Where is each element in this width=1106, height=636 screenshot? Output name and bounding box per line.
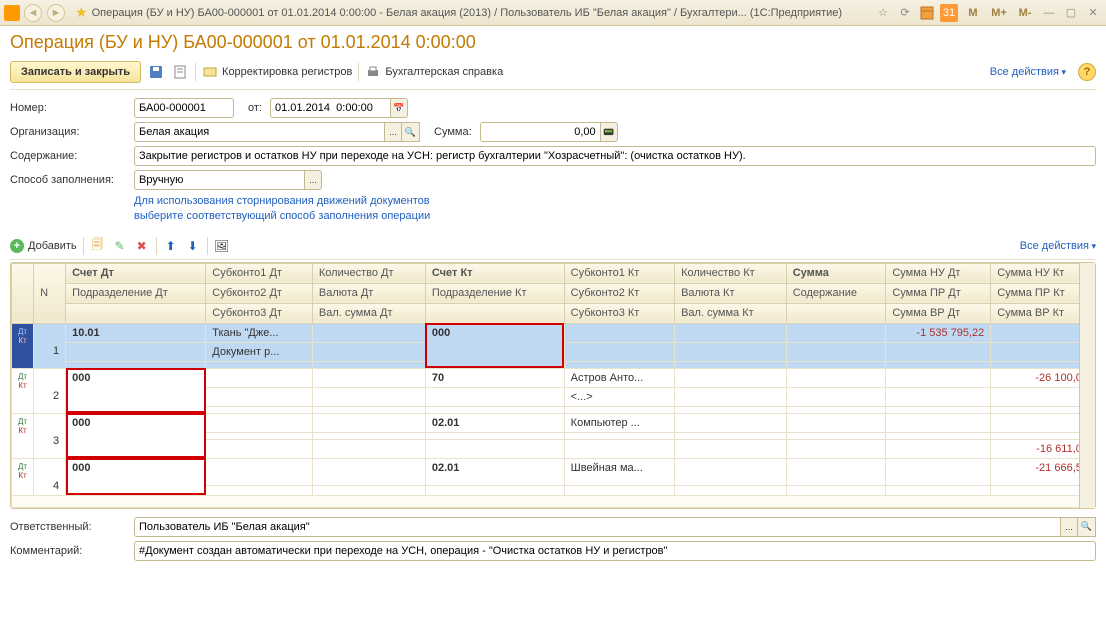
separator — [156, 237, 157, 255]
comment-label: Комментарий: — [10, 545, 130, 557]
org-select-button[interactable]: ... — [384, 122, 402, 142]
empty-row — [12, 495, 1095, 507]
org-label: Организация: — [10, 126, 130, 138]
table-row[interactable]: ДтКт 4 000 02.01 Швейная ма... -21 666,5… — [12, 458, 1095, 485]
col-sub3-kt[interactable]: Субконто3 Кт — [564, 303, 674, 323]
entries-grid[interactable]: N Счет Дт Субконто1 Дт Количество Дт Сче… — [10, 262, 1096, 509]
sum-input[interactable] — [480, 122, 600, 142]
from-label: от: — [248, 102, 262, 114]
col-sum-vr-dt[interactable]: Сумма ВР Дт — [886, 303, 991, 323]
col-val-dt[interactable]: Валюта Дт — [312, 283, 425, 303]
responsible-input[interactable] — [134, 517, 1060, 537]
date-input[interactable] — [270, 98, 390, 118]
col-content[interactable]: Содержание — [786, 283, 886, 303]
tool-icon-1[interactable]: ☆ — [874, 4, 892, 22]
col-sum-pr-dt[interactable]: Сумма ПР Дт — [886, 283, 991, 303]
number-input[interactable] — [134, 98, 234, 118]
memory-m-button[interactable]: M — [962, 4, 984, 22]
memory-mminus-button[interactable]: M- — [1014, 4, 1036, 22]
responsible-select-button[interactable]: ... — [1060, 517, 1078, 537]
number-label: Номер: — [10, 102, 130, 114]
table-row[interactable]: ДтКт 2 000 70 Астров Анто... -26 100,00 — [12, 368, 1095, 387]
print-icon — [365, 64, 381, 80]
col-kol-dt[interactable]: Количество Дт — [312, 263, 425, 283]
comment-input[interactable] — [134, 541, 1096, 561]
edit-row-icon[interactable]: ✎ — [112, 238, 128, 254]
col-schet-dt[interactable]: Счет Дт — [66, 263, 206, 283]
sum-label: Сумма: — [434, 126, 472, 138]
minimize-button[interactable]: — — [1040, 4, 1058, 22]
separator — [358, 63, 359, 81]
col-sub1-dt[interactable]: Субконто1 Дт — [206, 263, 313, 283]
fill-method-hint: Для использования сторнирования движений… — [134, 194, 1096, 225]
nav-forward-button[interactable]: ► — [47, 4, 65, 22]
fill-method-select-button[interactable]: ... — [304, 170, 322, 190]
org-input[interactable] — [134, 122, 384, 142]
separator — [195, 63, 196, 81]
add-icon: + — [10, 239, 24, 253]
col-sub3-dt[interactable]: Субконто3 Дт — [206, 303, 313, 323]
vertical-scrollbar[interactable] — [1079, 263, 1095, 508]
table-row[interactable]: ДтКт 1 10.01 Ткань "Дже... 000 -1 535 79… — [12, 323, 1095, 342]
date-picker-icon[interactable]: 📅 — [390, 98, 408, 118]
col-podr-kt[interactable]: Подразделение Кт — [425, 283, 564, 303]
col-sub2-kt[interactable]: Субконто2 Кт — [564, 283, 674, 303]
table-toolbar: + Добавить 🗐 ✎ ✖ ⬆ ⬇ 🖼 Все действия — [10, 233, 1096, 260]
col-valsum-dt[interactable]: Вал. сумма Дт — [312, 303, 425, 323]
col-sum-nu-dt[interactable]: Сумма НУ Дт — [886, 263, 991, 283]
register-correction-icon — [202, 64, 218, 80]
col-val-kt[interactable]: Валюта Кт — [675, 283, 787, 303]
close-button[interactable]: ✕ — [1084, 4, 1102, 22]
content-label: Содержание: — [10, 150, 130, 162]
fill-method-input[interactable] — [134, 170, 304, 190]
titlebar: ◄ ► ★ Операция (БУ и НУ) БА00-000001 от … — [0, 0, 1106, 26]
org-magnifier-icon[interactable]: 🔍 — [402, 122, 420, 142]
accounting-ref-button[interactable]: Бухгалтерская справка — [365, 64, 503, 80]
move-up-icon[interactable]: ⬆ — [163, 238, 179, 254]
col-sum[interactable]: Сумма — [786, 263, 886, 283]
register-correction-button[interactable]: Корректировка регистров — [202, 64, 352, 80]
col-sub1-kt[interactable]: Субконто1 Кт — [564, 263, 674, 283]
nav-back-button[interactable]: ◄ — [24, 4, 42, 22]
copy-row-icon[interactable]: 🗐 — [90, 238, 106, 254]
sum-calculator-icon[interactable]: 📟 — [600, 122, 618, 142]
content-input[interactable] — [134, 146, 1096, 166]
responsible-magnifier-icon[interactable]: 🔍 — [1078, 517, 1096, 537]
post-icon[interactable] — [171, 63, 189, 81]
responsible-label: Ответственный: — [10, 521, 130, 533]
col-sub2-dt[interactable]: Субконто2 Дт — [206, 283, 313, 303]
calendar-icon[interactable]: 31 — [940, 4, 958, 22]
favorite-icon[interactable]: ★ — [75, 4, 88, 21]
delete-row-icon[interactable]: ✖ — [134, 238, 150, 254]
move-down-icon[interactable]: ⬇ — [185, 238, 201, 254]
col-podr-dt[interactable]: Подразделение Дт — [66, 283, 206, 303]
fill-method-label: Способ заполнения: — [10, 174, 130, 186]
col-kol-kt[interactable]: Количество Кт — [675, 263, 787, 283]
add-row-button[interactable]: + Добавить — [10, 239, 77, 253]
memory-mplus-button[interactable]: M+ — [988, 4, 1010, 22]
tool-icon-2[interactable]: ⟳ — [896, 4, 914, 22]
col-schet-kt[interactable]: Счет Кт — [425, 263, 564, 283]
table-all-actions-dropdown[interactable]: Все действия — [1020, 240, 1096, 252]
save-close-button[interactable]: Записать и закрыть — [10, 61, 141, 83]
calculator-icon[interactable] — [918, 4, 936, 22]
separator — [207, 237, 208, 255]
col-valsum-kt[interactable]: Вал. сумма Кт — [675, 303, 787, 323]
help-icon[interactable]: ? — [1078, 63, 1096, 81]
app-logo-icon — [4, 5, 20, 21]
col-n[interactable]: N — [34, 263, 66, 323]
picture-icon[interactable]: 🖼 — [214, 238, 230, 254]
all-actions-dropdown[interactable]: Все действия — [990, 66, 1066, 78]
page-title: Операция (БУ и НУ) БА00-000001 от 01.01.… — [10, 32, 1096, 53]
main-toolbar: Записать и закрыть Корректировка регистр… — [10, 61, 1096, 90]
separator — [83, 237, 84, 255]
window-title: Операция (БУ и НУ) БА00-000001 от 01.01.… — [92, 7, 874, 19]
maximize-button[interactable]: ▢ — [1062, 4, 1080, 22]
save-icon[interactable] — [147, 63, 165, 81]
table-row[interactable]: ДтКт 3 000 02.01 Компьютер ... — [12, 413, 1095, 432]
